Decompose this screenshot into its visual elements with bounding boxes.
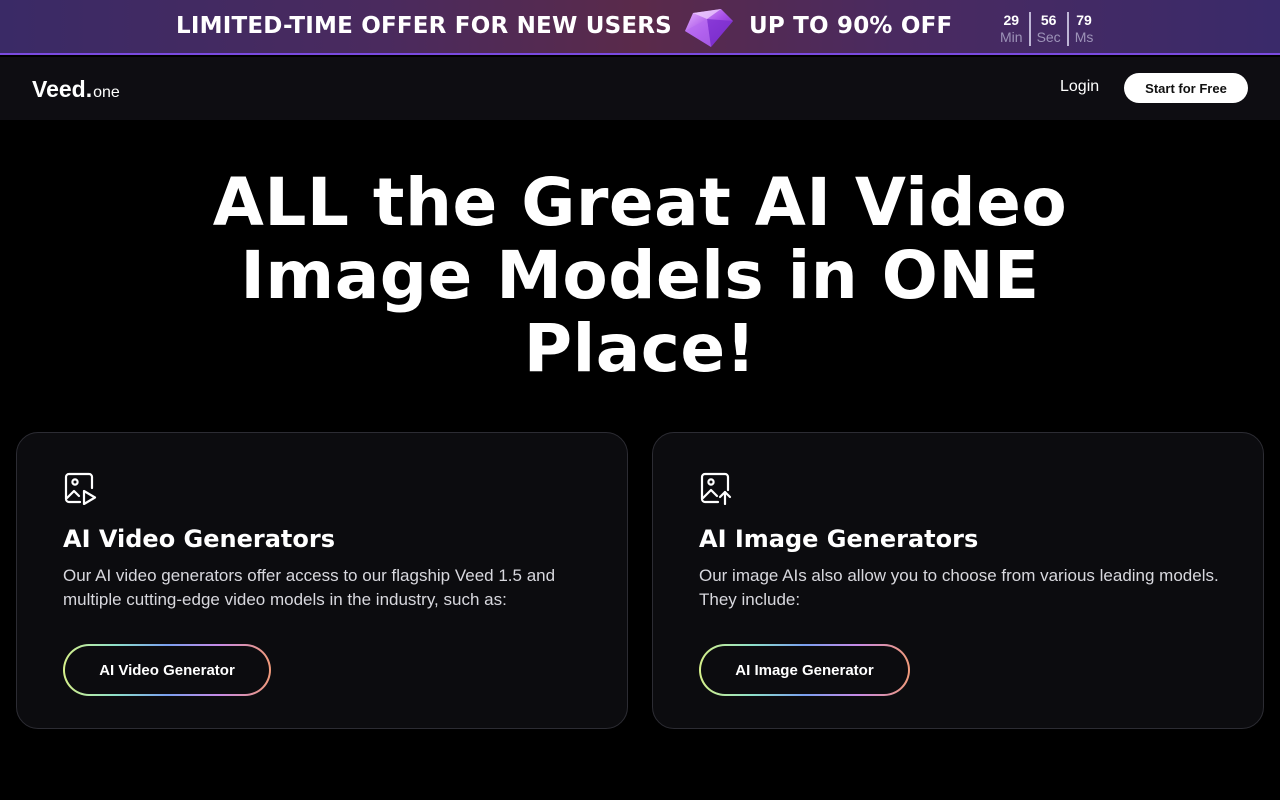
ai-video-generator-button[interactable]: AI Video Generator bbox=[63, 644, 271, 696]
hero-title: ALL the Great AI Video Image Models in O… bbox=[212, 164, 1068, 387]
timer-milliseconds: 79 Ms bbox=[1066, 12, 1100, 46]
ai-video-generator-button-label: AI Video Generator bbox=[65, 646, 269, 694]
timer-minutes-value: 29 bbox=[1003, 12, 1020, 28]
card-title: AI Image Generators bbox=[699, 525, 979, 553]
logo[interactable]: Veed . one bbox=[32, 76, 120, 103]
ai-video-generators-card: AI Video Generators Our AI video generat… bbox=[16, 432, 628, 729]
timer-minutes-label: Min bbox=[1000, 29, 1023, 45]
diamond-gem-icon bbox=[685, 9, 733, 47]
countdown-timer: 29 Min 56 Sec 79 Ms bbox=[994, 12, 1099, 46]
image-upload-icon bbox=[700, 472, 732, 505]
top-nav: Veed . one Login Start for Free bbox=[0, 57, 1280, 120]
logo-dot: . bbox=[85, 76, 93, 102]
ai-image-generator-button[interactable]: AI Image Generator bbox=[699, 644, 910, 696]
login-link[interactable]: Login bbox=[1060, 78, 1099, 96]
ai-image-generator-button-label: AI Image Generator bbox=[701, 646, 908, 694]
promo-discount-text: UP TO 90% OFF bbox=[749, 13, 953, 39]
timer-milliseconds-value: 79 bbox=[1076, 12, 1092, 28]
card-description: Our image AIs also allow you to choose f… bbox=[699, 566, 1219, 609]
card-description: Our AI video generators offer access to … bbox=[63, 566, 556, 609]
timer-minutes: 29 Min bbox=[994, 12, 1029, 46]
promo-banner[interactable]: LIMITED-TIME OFFER FOR NEW USERS UP TO 9… bbox=[0, 0, 1280, 55]
video-image-icon bbox=[64, 472, 97, 505]
timer-seconds-label: Sec bbox=[1036, 29, 1061, 45]
logo-sub-text: one bbox=[93, 84, 120, 101]
ai-image-generators-card: AI Image Generators Our image AIs also a… bbox=[652, 432, 1264, 729]
start-for-free-button[interactable]: Start for Free bbox=[1124, 73, 1248, 103]
timer-seconds-value: 56 bbox=[1040, 12, 1057, 28]
card-title: AI Video Generators bbox=[63, 525, 335, 553]
timer-seconds: 56 Sec bbox=[1028, 12, 1067, 46]
logo-main-text: Veed bbox=[32, 76, 86, 102]
promo-offer-text: LIMITED-TIME OFFER FOR NEW USERS bbox=[176, 13, 672, 39]
timer-milliseconds-label: Ms bbox=[1074, 29, 1094, 45]
